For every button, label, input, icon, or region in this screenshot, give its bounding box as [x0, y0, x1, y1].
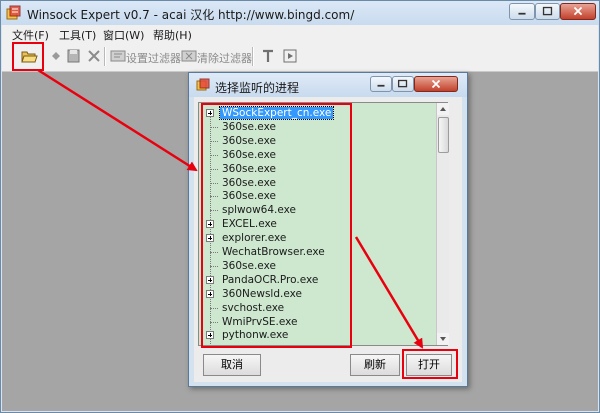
highlight-open-button [402, 349, 458, 379]
cancel-button[interactable]: 取消 [203, 354, 261, 376]
toolbar: 设置过滤器 清除过滤器 [2, 43, 598, 72]
title-bar: Winsock Expert v0.7 - acai 汉化 http://www… [1, 1, 599, 25]
window-title: Winsock Expert v0.7 - acai 汉化 http://www… [27, 8, 355, 22]
scroll-up-icon[interactable] [437, 103, 449, 115]
dialog-app-icon [196, 78, 210, 92]
filter-settings-icon[interactable] [109, 47, 127, 65]
menu-help[interactable]: 帮助(H) [153, 27, 192, 43]
tree-scrollbar[interactable] [436, 103, 449, 345]
refresh-button[interactable]: 刷新 [350, 354, 400, 376]
dialog-maximize-button[interactable] [392, 76, 414, 92]
clear-filter-icon[interactable] [180, 47, 198, 65]
toolbar-separator [104, 47, 106, 66]
scroll-thumb[interactable] [438, 117, 449, 153]
delete-icon[interactable] [85, 47, 103, 65]
dialog-title: 选择监听的进程 [215, 81, 300, 95]
dialog-title-bar: 选择监听的进程 [189, 73, 467, 97]
play-icon[interactable] [281, 47, 299, 65]
menu-file[interactable]: 文件(F) [12, 27, 49, 43]
dialog-close-button[interactable] [414, 76, 458, 92]
scroll-down-icon[interactable] [437, 333, 449, 345]
highlight-open-icon [12, 42, 44, 71]
minimize-button[interactable] [509, 3, 535, 20]
menu-window[interactable]: 窗口(W) [103, 27, 144, 43]
highlight-process-list [201, 103, 352, 348]
text-tool-icon[interactable] [259, 47, 277, 65]
save-icon[interactable] [65, 47, 83, 65]
filter-settings-button[interactable]: 设置过滤器 [126, 50, 181, 66]
dialog-minimize-button[interactable] [370, 76, 392, 92]
menu-bar: 文件(F) 工具(T) 窗口(W) 帮助(H) [2, 25, 598, 43]
diamond-icon[interactable] [47, 47, 65, 65]
clear-filter-button[interactable]: 清除过滤器 [197, 50, 252, 66]
close-button[interactable] [560, 3, 596, 20]
toolbar-separator [252, 47, 254, 66]
winsock-app-icon [6, 5, 22, 21]
menu-tools[interactable]: 工具(T) [59, 27, 96, 43]
maximize-button[interactable] [535, 3, 560, 20]
